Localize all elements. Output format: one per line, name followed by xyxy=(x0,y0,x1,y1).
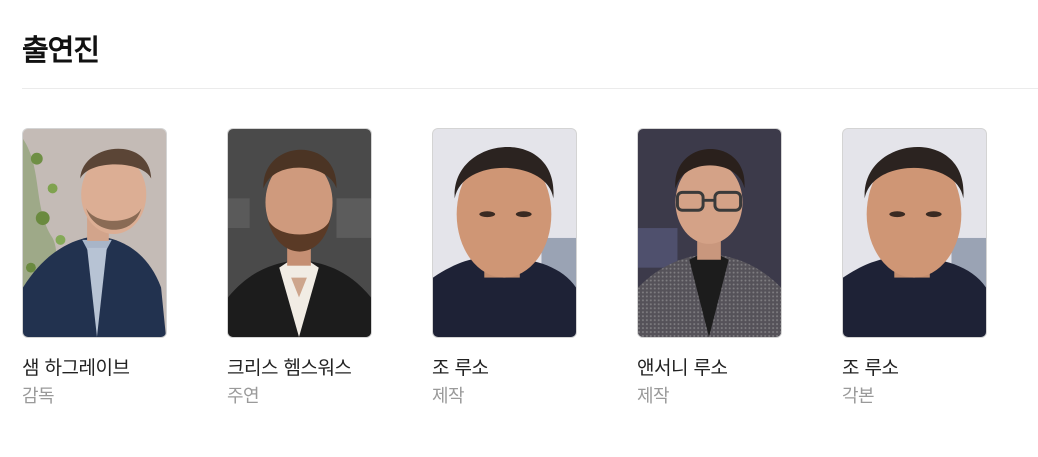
cast-name: 샘 하그레이브 xyxy=(22,357,130,379)
cast-section: 출연진 샘 하그레이브 감독 크리스 헴스워스 주연 조 루소 제작 앤서니 루… xyxy=(0,0,1038,457)
cast-role: 각본 xyxy=(842,386,875,407)
cast-photo[interactable] xyxy=(637,128,782,338)
cast-photo[interactable] xyxy=(22,128,167,338)
cast-role: 제작 xyxy=(432,386,465,407)
cast-card[interactable]: 앤서니 루소 제작 xyxy=(637,128,782,408)
cast-name: 조 루소 xyxy=(842,357,899,379)
cast-list: 샘 하그레이브 감독 크리스 헴스워스 주연 조 루소 제작 앤서니 루소 제작… xyxy=(22,128,987,408)
section-title: 출연진 xyxy=(22,33,100,67)
cast-card[interactable]: 조 루소 제작 xyxy=(432,128,577,408)
cast-card[interactable]: 샘 하그레이브 감독 xyxy=(22,128,167,408)
cast-card[interactable]: 크리스 헴스워스 주연 xyxy=(227,128,372,408)
cast-role: 제작 xyxy=(637,386,670,407)
cast-role: 주연 xyxy=(227,386,260,407)
cast-photo[interactable] xyxy=(432,128,577,338)
cast-name: 조 루소 xyxy=(432,357,489,379)
cast-card[interactable]: 조 루소 각본 xyxy=(842,128,987,408)
cast-name: 크리스 헴스워스 xyxy=(227,357,352,379)
cast-role: 감독 xyxy=(22,386,55,407)
cast-photo[interactable] xyxy=(842,128,987,338)
cast-name: 앤서니 루소 xyxy=(637,357,728,379)
divider xyxy=(22,88,1038,89)
cast-photo[interactable] xyxy=(227,128,372,338)
